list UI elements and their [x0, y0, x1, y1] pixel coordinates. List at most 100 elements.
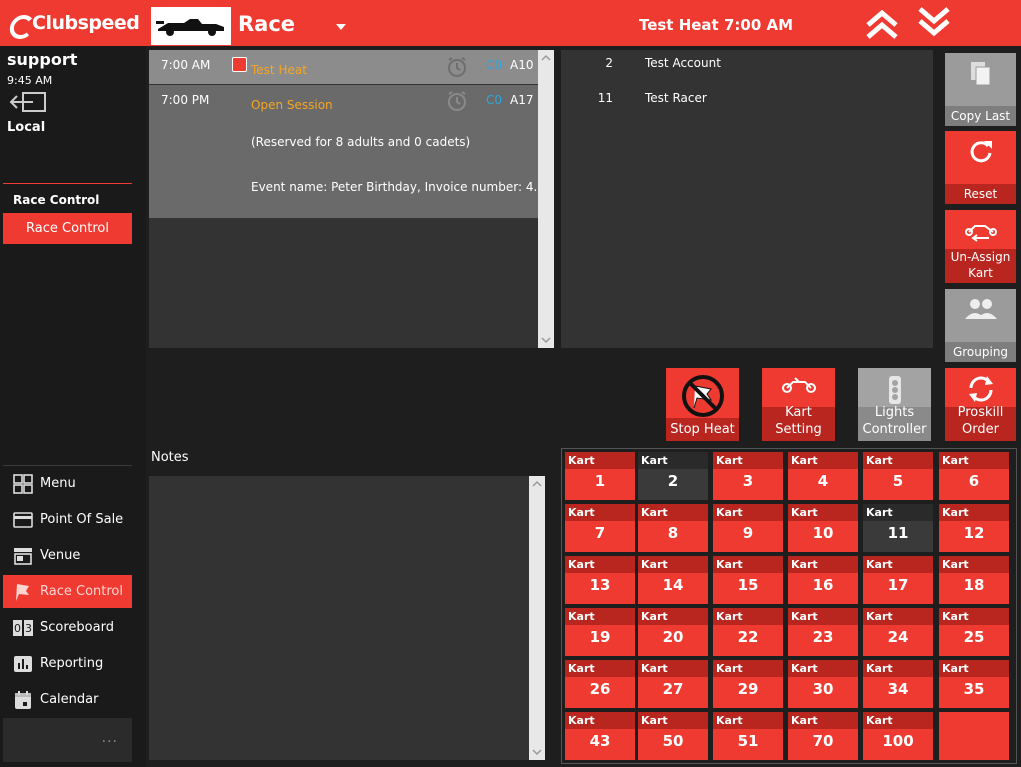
- logout-icon[interactable]: [9, 91, 49, 113]
- proskill-order-button[interactable]: Proskill Order: [945, 368, 1016, 441]
- kart-tile[interactable]: Kart 20: [638, 608, 708, 656]
- kart-label: Kart: [863, 608, 933, 625]
- kart-label: Kart: [939, 504, 1009, 521]
- more-menu-button[interactable]: ...: [3, 718, 132, 762]
- kart-grid: Kart 1 Kart 2 Kart 3 Kart 4 Kart 5 Kart 6 Kart 7 Kart 8…: [561, 448, 1017, 764]
- kart-tile[interactable]: Kart 15: [713, 556, 783, 604]
- kart-tile[interactable]: Kart 14: [638, 556, 708, 604]
- kart-tile[interactable]: Kart 70: [788, 712, 858, 760]
- kart-label: Kart: [638, 504, 708, 521]
- kart-tile[interactable]: Kart 43: [565, 712, 635, 760]
- kart-tile[interactable]: Kart 51: [713, 712, 783, 760]
- kart-number: 8: [667, 524, 679, 542]
- racer-row[interactable]: 11 Test Racer: [561, 85, 933, 113]
- kart-tile[interactable]: Kart 9: [713, 504, 783, 552]
- unassign-kart-button[interactable]: Un-Assign Kart: [945, 210, 1016, 283]
- kart-tile[interactable]: Kart 5: [863, 452, 933, 500]
- kart-number: 70: [812, 732, 834, 750]
- kart-setting-button[interactable]: Kart Setting: [762, 368, 835, 441]
- user-name: support: [7, 50, 78, 69]
- kart-label: Kart: [939, 556, 1009, 573]
- scroll-up-icon[interactable]: [529, 478, 545, 490]
- notes-scrollbar[interactable]: [529, 476, 545, 760]
- kart-tile[interactable]: Kart 13: [565, 556, 635, 604]
- kart-tile-empty[interactable]: Kart: [939, 712, 1009, 760]
- kart-tile[interactable]: Kart 25: [939, 608, 1009, 656]
- kart-tile[interactable]: Kart 8: [638, 504, 708, 552]
- nav-item-menu[interactable]: Menu: [3, 467, 132, 500]
- kart-tile[interactable]: Kart 22: [713, 608, 783, 656]
- grouping-button[interactable]: Grouping: [945, 289, 1016, 362]
- kart-tile[interactable]: Kart 7: [565, 504, 635, 552]
- kart-tile[interactable]: Kart 4: [788, 452, 858, 500]
- scroll-down-icon[interactable]: [538, 334, 554, 346]
- grid-icon: [12, 473, 34, 494]
- kart-number: 15: [737, 576, 759, 594]
- kart-label: Kart: [638, 712, 708, 729]
- kart-tile[interactable]: Kart 24: [863, 608, 933, 656]
- previous-heat-icon[interactable]: [864, 5, 900, 41]
- kart-label: Kart: [565, 556, 635, 573]
- kart-tile[interactable]: Kart 26: [565, 660, 635, 708]
- kart-tile[interactable]: Kart 30: [788, 660, 858, 708]
- heat-list-scrollbar[interactable]: [538, 50, 554, 348]
- race-dropdown-label[interactable]: Race: [238, 12, 295, 36]
- kart-tile[interactable]: Kart 3: [713, 452, 783, 500]
- kart-tile[interactable]: Kart 35: [939, 660, 1009, 708]
- sync-icon: [945, 374, 1016, 404]
- kart-tile[interactable]: Kart 23: [788, 608, 858, 656]
- kart-tile[interactable]: Kart 18: [939, 556, 1009, 604]
- alarm-clock-icon[interactable]: [446, 90, 468, 112]
- heat-list: 7:00 AM Test Heat C0 A10 7:00 PM Open Se…: [149, 50, 554, 348]
- kart-tile[interactable]: Kart 50: [638, 712, 708, 760]
- alarm-clock-icon[interactable]: [446, 56, 468, 78]
- kart-tile[interactable]: Kart 27: [638, 660, 708, 708]
- nav-item-calendar[interactable]: Calendar: [3, 683, 132, 716]
- kart-tile[interactable]: Kart 2: [638, 452, 708, 500]
- nav-divider: [3, 465, 132, 466]
- nav-item-reporting[interactable]: Reporting: [3, 647, 132, 680]
- reset-button[interactable]: Reset: [945, 131, 1016, 204]
- race-control-section-button[interactable]: Race Control: [3, 213, 132, 244]
- nav-label: Calendar: [40, 692, 99, 707]
- heat-code: C0: [486, 58, 503, 72]
- stop-heat-button[interactable]: Stop Heat: [666, 368, 739, 441]
- heat-row-selected[interactable]: 7:00 AM Test Heat C0 A10: [149, 50, 538, 84]
- race-car-icon: [156, 19, 224, 36]
- kart-tile[interactable]: Kart 19: [565, 608, 635, 656]
- nav-item-scoreboard[interactable]: 03 Scoreboard: [3, 611, 132, 644]
- copy-last-button[interactable]: Copy Last: [945, 53, 1016, 126]
- kart-tile[interactable]: Kart 34: [863, 660, 933, 708]
- nav-item-race-control[interactable]: Race Control: [3, 575, 132, 608]
- chevron-down-icon[interactable]: [336, 24, 346, 30]
- kart-tile[interactable]: Kart 29: [713, 660, 783, 708]
- copy-icon: [945, 59, 1016, 89]
- notes-textarea[interactable]: [149, 476, 545, 760]
- kart-tile[interactable]: Kart 10: [788, 504, 858, 552]
- racer-name: Test Racer: [645, 91, 707, 105]
- scroll-down-icon[interactable]: [529, 746, 545, 758]
- more-dots-icon: ...: [101, 730, 118, 746]
- kart-tile[interactable]: Kart 16: [788, 556, 858, 604]
- kart-number: 13: [589, 576, 611, 594]
- racer-row[interactable]: 2 Test Account: [561, 50, 933, 78]
- race-car-logo[interactable]: [151, 7, 231, 45]
- kart-number: 9: [742, 524, 754, 542]
- kart-tile[interactable]: Kart 12: [939, 504, 1009, 552]
- next-heat-icon[interactable]: [916, 5, 952, 41]
- nav-label: Point Of Sale: [40, 512, 124, 527]
- section-heading: Race Control: [13, 193, 100, 207]
- kart-number: 24: [887, 628, 909, 646]
- scroll-up-icon[interactable]: [538, 52, 554, 64]
- lights-controller-button[interactable]: Lights Controller: [858, 368, 931, 441]
- nav-item-point-of-sale[interactable]: Point Of Sale: [3, 503, 132, 536]
- kart-tile[interactable]: Kart 6: [939, 452, 1009, 500]
- heat-row[interactable]: 7:00 PM Open Session C0 A17 (Reserved fo…: [149, 85, 545, 218]
- kart-tile[interactable]: Kart 17: [863, 556, 933, 604]
- heat-event-info: Event name: Peter Birthday, Invoice numb…: [251, 180, 545, 194]
- kart-tile[interactable]: Kart 1: [565, 452, 635, 500]
- nav-item-venue[interactable]: Venue: [3, 539, 132, 572]
- kart-tile[interactable]: Kart 11: [863, 504, 933, 552]
- kart-tile[interactable]: Kart 100: [863, 712, 933, 760]
- button-label: Lights Controller: [862, 405, 927, 437]
